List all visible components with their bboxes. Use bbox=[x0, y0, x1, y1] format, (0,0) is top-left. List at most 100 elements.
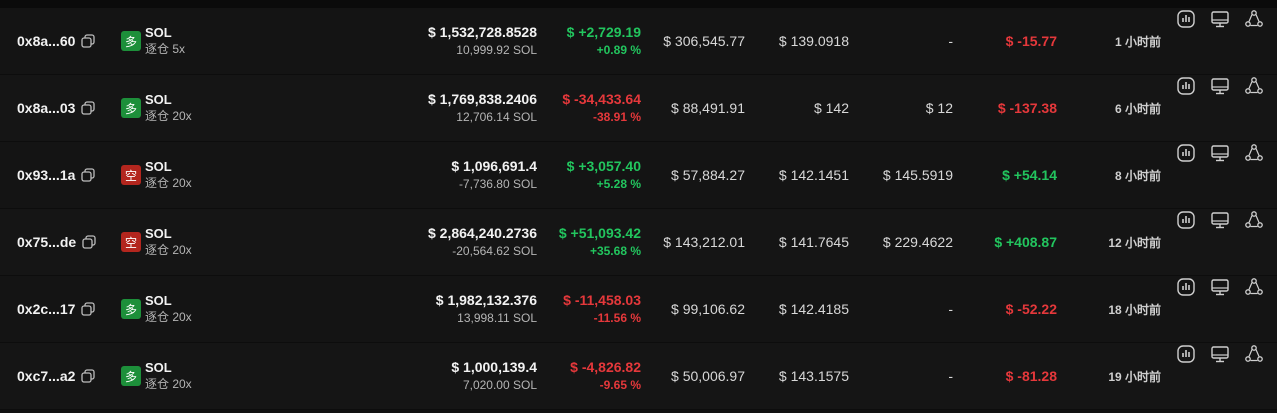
position-value: $ 1,096,691.4 -7,736.80 SOL bbox=[451, 142, 537, 208]
wallet-address[interactable]: 0x8a...60 bbox=[17, 8, 96, 74]
margin-value: $ 50,006.97 bbox=[671, 368, 745, 384]
chart-button[interactable] bbox=[1175, 343, 1197, 365]
table-row[interactable]: 0x8a...03 多 SOL 逐仓 20x $ 1,769,838.2406 … bbox=[0, 75, 1277, 142]
margin-mode: 逐仓 20x bbox=[145, 377, 192, 391]
table-row[interactable]: 0x2c...17 多 SOL 逐仓 20x $ 1,982,132.376 1… bbox=[0, 276, 1277, 343]
position-value-usd: $ 1,532,728.8528 bbox=[428, 24, 537, 40]
wallet-address[interactable]: 0x75...de bbox=[17, 209, 96, 275]
share-icon bbox=[1245, 211, 1263, 228]
share-icon bbox=[1245, 278, 1263, 295]
monitor-button[interactable] bbox=[1209, 142, 1231, 164]
monitor-button[interactable] bbox=[1209, 8, 1231, 30]
entry-price: $ 141.7645 bbox=[778, 234, 849, 250]
pnl-value: $ +51,093.42 bbox=[558, 225, 641, 241]
monitor-icon bbox=[1211, 11, 1229, 28]
chart-button[interactable] bbox=[1175, 276, 1197, 298]
side-badge: 空 bbox=[121, 165, 141, 185]
margin-mode: 逐仓 20x bbox=[145, 243, 192, 257]
chart-button[interactable] bbox=[1175, 142, 1197, 164]
wallet-address-text[interactable]: 0xc7...a2 bbox=[17, 368, 75, 384]
pnl-percent: +35.68 % bbox=[589, 244, 641, 258]
asset-cell: 多 SOL 逐仓 5x bbox=[121, 8, 185, 74]
funding-fee: $ -15.77 bbox=[1005, 33, 1057, 49]
table-row[interactable]: 0x8a...60 多 SOL 逐仓 5x $ 1,532,728.8528 1… bbox=[0, 8, 1277, 75]
position-size: 7,020.00 SOL bbox=[462, 378, 537, 392]
position-value: $ 1,000,139.4 7,020.00 SOL bbox=[451, 343, 537, 409]
pnl-cell: $ +3,057.40 +5.28 % bbox=[567, 142, 641, 208]
monitor-button[interactable] bbox=[1209, 276, 1231, 298]
liquidation-price: - bbox=[948, 368, 953, 384]
wallet-address[interactable]: 0xc7...a2 bbox=[17, 343, 96, 409]
asset-cell: 多 SOL 逐仓 20x bbox=[121, 75, 192, 141]
margin-mode: 逐仓 20x bbox=[145, 176, 192, 190]
share-button[interactable] bbox=[1243, 209, 1265, 231]
position-value-usd: $ 1,000,139.4 bbox=[451, 359, 537, 375]
position-value: $ 2,864,240.2736 -20,564.62 SOL bbox=[428, 209, 537, 275]
wallet-address[interactable]: 0x8a...03 bbox=[17, 75, 96, 141]
margin-mode: 逐仓 5x bbox=[145, 42, 186, 56]
table-row[interactable]: 0x93...1a 空 SOL 逐仓 20x $ 1,096,691.4 -7,… bbox=[0, 142, 1277, 209]
wallet-address[interactable]: 0x93...1a bbox=[17, 142, 96, 208]
entry-price: $ 139.0918 bbox=[778, 33, 849, 49]
position-size: 12,706.14 SOL bbox=[456, 110, 537, 124]
chart-icon bbox=[1177, 278, 1195, 296]
pnl-value: $ +2,729.19 bbox=[566, 24, 641, 40]
margin-value: $ 57,884.27 bbox=[671, 167, 745, 183]
liquidation-price: - bbox=[948, 33, 953, 49]
monitor-icon bbox=[1211, 346, 1229, 363]
pnl-cell: $ +2,729.19 +0.89 % bbox=[567, 8, 641, 74]
table-row[interactable]: 0xc7...a2 多 SOL 逐仓 20x $ 1,000,139.4 7,0… bbox=[0, 343, 1277, 410]
asset-name: SOL bbox=[145, 293, 172, 308]
open-time: 6 小时前 bbox=[1114, 101, 1161, 116]
pnl-cell: $ -4,826.82 -9.65 % bbox=[570, 343, 641, 409]
wallet-address-text[interactable]: 0x2c...17 bbox=[17, 301, 75, 317]
chart-button[interactable] bbox=[1175, 75, 1197, 97]
position-value-usd: $ 2,864,240.2736 bbox=[428, 225, 537, 241]
asset-name: SOL bbox=[145, 92, 172, 107]
entry-price: $ 142.1451 bbox=[778, 167, 849, 183]
open-time: 12 小时前 bbox=[1108, 235, 1161, 250]
liquidation-price: $ 12 bbox=[925, 100, 953, 116]
share-icon bbox=[1245, 77, 1263, 94]
wallet-address-text[interactable]: 0x75...de bbox=[17, 234, 76, 250]
copy-icon[interactable] bbox=[81, 34, 96, 48]
share-button[interactable] bbox=[1243, 343, 1265, 365]
monitor-button[interactable] bbox=[1209, 343, 1231, 365]
pnl-percent: -9.65 % bbox=[599, 378, 641, 392]
wallet-address-text[interactable]: 0x8a...03 bbox=[17, 100, 75, 116]
position-value: $ 1,769,838.2406 12,706.14 SOL bbox=[428, 75, 537, 141]
pnl-percent: +0.89 % bbox=[596, 43, 641, 57]
wallet-address-text[interactable]: 0x93...1a bbox=[17, 167, 75, 183]
open-time: 18 小时前 bbox=[1108, 302, 1161, 317]
copy-icon[interactable] bbox=[81, 302, 96, 316]
share-button[interactable] bbox=[1243, 8, 1265, 30]
share-button[interactable] bbox=[1243, 142, 1265, 164]
chart-button[interactable] bbox=[1175, 209, 1197, 231]
pnl-percent: -11.56 % bbox=[593, 311, 641, 325]
margin-value: $ 99,106.62 bbox=[671, 301, 745, 317]
position-size: 10,999.92 SOL bbox=[456, 43, 537, 57]
chart-icon bbox=[1177, 10, 1195, 28]
position-size: -20,564.62 SOL bbox=[452, 244, 537, 258]
chart-icon bbox=[1177, 345, 1195, 363]
copy-icon[interactable] bbox=[81, 101, 96, 115]
copy-icon[interactable] bbox=[81, 369, 96, 383]
wallet-address[interactable]: 0x2c...17 bbox=[17, 276, 96, 342]
chart-icon bbox=[1177, 77, 1195, 95]
share-icon bbox=[1245, 10, 1263, 27]
monitor-button[interactable] bbox=[1209, 209, 1231, 231]
copy-icon[interactable] bbox=[81, 168, 96, 182]
open-time: 19 小时前 bbox=[1108, 369, 1161, 384]
monitor-button[interactable] bbox=[1209, 75, 1231, 97]
side-badge: 多 bbox=[121, 98, 141, 118]
open-time: 1 小时前 bbox=[1114, 34, 1161, 49]
wallet-address-text[interactable]: 0x8a...60 bbox=[17, 33, 75, 49]
side-badge: 空 bbox=[121, 232, 141, 252]
copy-icon[interactable] bbox=[82, 235, 96, 249]
asset-cell: 空 SOL 逐仓 20x bbox=[121, 209, 192, 275]
table-row[interactable]: 0x75...de 空 SOL 逐仓 20x $ 2,864,240.2736 … bbox=[0, 209, 1277, 276]
asset-cell: 多 SOL 逐仓 20x bbox=[121, 276, 192, 342]
share-button[interactable] bbox=[1243, 75, 1265, 97]
share-button[interactable] bbox=[1243, 276, 1265, 298]
chart-button[interactable] bbox=[1175, 8, 1197, 30]
